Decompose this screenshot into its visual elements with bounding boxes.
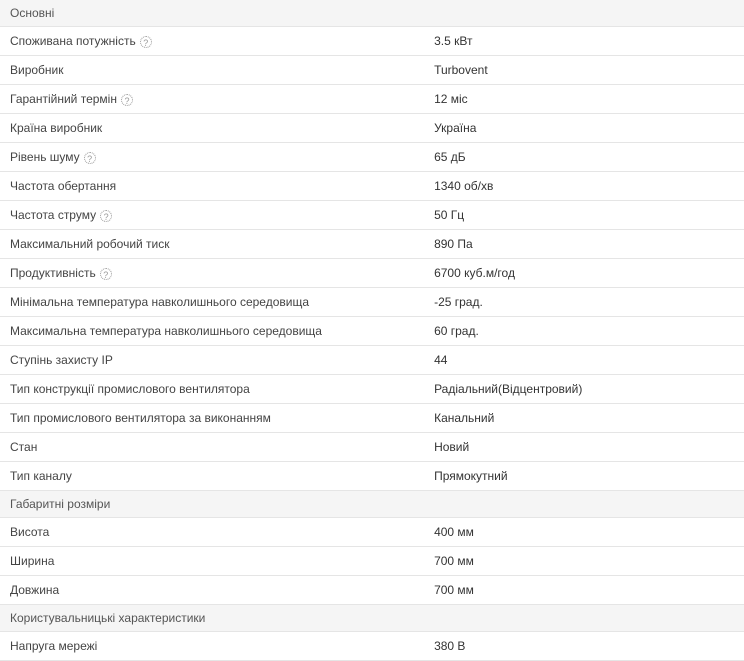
- help-icon[interactable]: ?: [100, 210, 112, 222]
- spec-value: Україна: [424, 114, 744, 143]
- spec-label: Мінімальна температура навколишнього сер…: [10, 295, 309, 309]
- spec-value: 400 мм: [424, 518, 744, 547]
- spec-label-cell: Рівень шуму?: [0, 143, 424, 172]
- spec-label-cell: Продуктивність?: [0, 259, 424, 288]
- spec-table: ОсновніСпоживана потужність?3.5 кВтВироб…: [0, 0, 744, 661]
- spec-value: Прямокутний: [424, 462, 744, 491]
- spec-row: Споживана потужність?3.5 кВт: [0, 27, 744, 56]
- spec-row: Максимальний робочий тиск 890 Па: [0, 230, 744, 259]
- spec-label: Рівень шуму: [10, 150, 80, 164]
- spec-row: Продуктивність?6700 куб.м/год: [0, 259, 744, 288]
- spec-row: Тип конструкції промислового вентилятора…: [0, 375, 744, 404]
- spec-value: 700 мм: [424, 547, 744, 576]
- spec-row: Стан Новий: [0, 433, 744, 462]
- spec-label-cell: Країна виробник: [0, 114, 424, 143]
- help-icon[interactable]: ?: [84, 152, 96, 164]
- spec-value: 6700 куб.м/год: [424, 259, 744, 288]
- help-icon[interactable]: ?: [140, 36, 152, 48]
- spec-row: Довжина 700 мм: [0, 576, 744, 605]
- spec-row: Висота 400 мм: [0, 518, 744, 547]
- spec-label: Споживана потужність: [10, 34, 136, 48]
- spec-label: Тип каналу: [10, 469, 72, 483]
- help-icon[interactable]: ?: [121, 94, 133, 106]
- spec-row: Напруга мережі 380 В: [0, 632, 744, 661]
- spec-row: Максимальна температура навколишнього се…: [0, 317, 744, 346]
- spec-label-cell: Довжина: [0, 576, 424, 605]
- spec-value: 3.5 кВт: [424, 27, 744, 56]
- spec-label-cell: Частота обертання: [0, 172, 424, 201]
- spec-label: Довжина: [10, 583, 59, 597]
- help-icon[interactable]: ?: [100, 268, 112, 280]
- spec-row: Виробник Turbovent: [0, 56, 744, 85]
- section-title: Основні: [0, 0, 744, 27]
- spec-row: Мінімальна температура навколишнього сер…: [0, 288, 744, 317]
- section-header: Користувальницькі характеристики: [0, 605, 744, 632]
- spec-label-cell: Гарантійний термін?: [0, 85, 424, 114]
- spec-value: 65 дБ: [424, 143, 744, 172]
- section-title: Габаритні розміри: [0, 491, 744, 518]
- spec-row: Частота обертання 1340 об/хв: [0, 172, 744, 201]
- spec-label: Ступінь захисту IP: [10, 353, 113, 367]
- spec-label-cell: Тип промислового вентилятора за виконанн…: [0, 404, 424, 433]
- spec-row: Рівень шуму?65 дБ: [0, 143, 744, 172]
- spec-label: Ширина: [10, 554, 54, 568]
- spec-label-cell: Тип каналу: [0, 462, 424, 491]
- spec-label: Частота обертання: [10, 179, 116, 193]
- spec-row: Країна виробник Україна: [0, 114, 744, 143]
- spec-value: -25 град.: [424, 288, 744, 317]
- spec-label-cell: Стан: [0, 433, 424, 462]
- spec-label-cell: Напруга мережі: [0, 632, 424, 661]
- spec-label-cell: Максимальний робочий тиск: [0, 230, 424, 259]
- spec-label: Тип конструкції промислового вентилятора: [10, 382, 250, 396]
- spec-table-body: ОсновніСпоживана потужність?3.5 кВтВироб…: [0, 0, 744, 661]
- spec-label-cell: Мінімальна температура навколишнього сер…: [0, 288, 424, 317]
- spec-label-cell: Частота струму?: [0, 201, 424, 230]
- spec-value: Радіальний(Відцентровий): [424, 375, 744, 404]
- spec-value: Turbovent: [424, 56, 744, 85]
- spec-label-cell: Висота: [0, 518, 424, 547]
- spec-label: Гарантійний термін: [10, 92, 117, 106]
- spec-row: Ширина 700 мм: [0, 547, 744, 576]
- spec-value: 12 міс: [424, 85, 744, 114]
- spec-value: 44: [424, 346, 744, 375]
- spec-label: Тип промислового вентилятора за виконанн…: [10, 411, 271, 425]
- spec-label: Напруга мережі: [10, 639, 97, 653]
- spec-label-cell: Споживана потужність?: [0, 27, 424, 56]
- spec-value: 890 Па: [424, 230, 744, 259]
- spec-label: Максимальна температура навколишнього се…: [10, 324, 322, 338]
- spec-label: Стан: [10, 440, 37, 454]
- spec-label: Виробник: [10, 63, 64, 77]
- spec-row: Тип каналу Прямокутний: [0, 462, 744, 491]
- spec-value: 700 мм: [424, 576, 744, 605]
- spec-label: Максимальний робочий тиск: [10, 237, 170, 251]
- spec-value: Канальний: [424, 404, 744, 433]
- spec-label-cell: Максимальна температура навколишнього се…: [0, 317, 424, 346]
- spec-value: 50 Гц: [424, 201, 744, 230]
- spec-row: Ступінь захисту IP 44: [0, 346, 744, 375]
- spec-row: Частота струму?50 Гц: [0, 201, 744, 230]
- spec-label-cell: Ступінь захисту IP: [0, 346, 424, 375]
- spec-label-cell: Тип конструкції промислового вентилятора: [0, 375, 424, 404]
- spec-label: Висота: [10, 525, 49, 539]
- section-header: Габаритні розміри: [0, 491, 744, 518]
- spec-value: 1340 об/хв: [424, 172, 744, 201]
- section-header: Основні: [0, 0, 744, 27]
- spec-label: Частота струму: [10, 208, 96, 222]
- spec-value: 380 В: [424, 632, 744, 661]
- spec-row: Гарантійний термін?12 міс: [0, 85, 744, 114]
- spec-label: Продуктивність: [10, 266, 96, 280]
- spec-label-cell: Ширина: [0, 547, 424, 576]
- spec-row: Тип промислового вентилятора за виконанн…: [0, 404, 744, 433]
- spec-label-cell: Виробник: [0, 56, 424, 85]
- spec-label: Країна виробник: [10, 121, 102, 135]
- spec-value: Новий: [424, 433, 744, 462]
- spec-value: 60 град.: [424, 317, 744, 346]
- section-title: Користувальницькі характеристики: [0, 605, 744, 632]
